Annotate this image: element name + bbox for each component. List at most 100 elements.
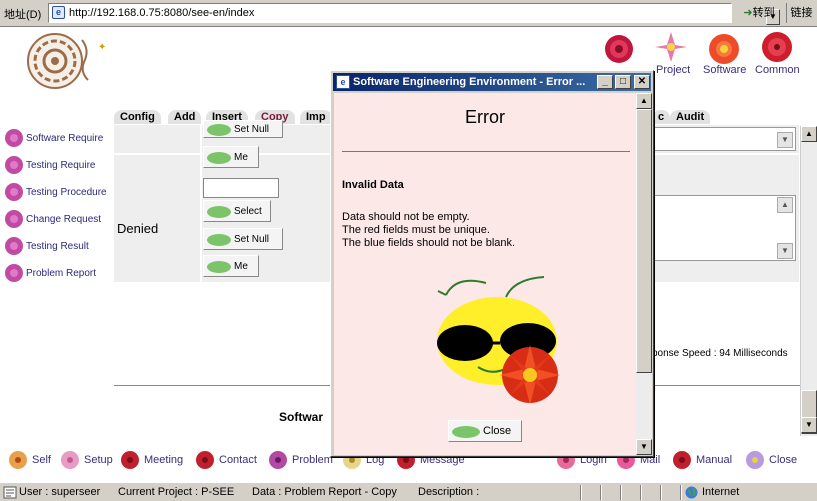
status-description: Description : xyxy=(418,486,480,498)
nav-label: Meeting xyxy=(144,454,184,466)
nav-software-require[interactable]: Software Require xyxy=(2,127,103,149)
nav-problem-report[interactable]: Problem Report xyxy=(2,262,96,284)
column-divider xyxy=(200,125,202,282)
ie-app-icon: e xyxy=(336,75,350,89)
button-label: Close xyxy=(483,425,512,437)
textarea-field[interactable]: ▲ ▼ xyxy=(654,195,796,261)
select-field[interactable]: ▼ xyxy=(654,127,796,151)
flower-icon[interactable] xyxy=(600,30,638,68)
button-label: Set Null xyxy=(234,233,270,245)
nav-label: Close xyxy=(769,454,798,466)
tab-config[interactable]: Config xyxy=(114,110,161,124)
set-null-button[interactable]: Set Null xyxy=(203,228,283,250)
address-label: 地址(D) xyxy=(4,9,42,21)
nav-self[interactable]: Self xyxy=(4,448,51,472)
software-flower-icon[interactable] xyxy=(705,30,743,68)
status-project: Current Project : P-SEE xyxy=(118,486,235,498)
text-field[interactable] xyxy=(203,178,279,198)
nav-label: Change Request xyxy=(26,213,102,225)
scroll-up-icon[interactable]: ▲ xyxy=(801,126,817,142)
me-button[interactable]: Me xyxy=(203,146,259,168)
site-logo: ✦ xyxy=(27,33,106,89)
select-button[interactable]: Select xyxy=(203,200,271,222)
dialog-title-bar[interactable]: e Software Engineering Environment - Err… xyxy=(333,73,651,91)
common-flower-icon[interactable] xyxy=(758,28,796,66)
dialog-title: Software Engineering Environment - Error… xyxy=(353,76,586,88)
me-button[interactable]: Me xyxy=(203,255,259,277)
error-subheading: Invalid Data xyxy=(342,179,404,191)
divider xyxy=(640,485,642,500)
denied-label: Denied xyxy=(117,221,159,236)
flower-icon xyxy=(5,237,23,255)
go-label: 转到 xyxy=(752,7,775,19)
maximize-button[interactable]: □ xyxy=(615,75,631,89)
nav-label: Testing Result xyxy=(26,240,89,252)
nav-change-request[interactable]: Change Request xyxy=(2,208,101,230)
nav-label: Setup xyxy=(84,454,113,466)
dialog-body: Error Invalid Data Data should not be em… xyxy=(334,93,636,455)
nav-testing-procedure[interactable]: Testing Procedure xyxy=(2,181,107,203)
project-flower-icon[interactable] xyxy=(652,28,690,66)
project-link[interactable]: Project xyxy=(656,64,690,76)
nav-label: Contact xyxy=(219,454,257,466)
set-null-button[interactable]: Set Null xyxy=(203,120,283,138)
button-label: Set Null xyxy=(234,123,270,135)
scrollbar-thumb[interactable] xyxy=(636,109,652,373)
nav-problem[interactable]: Problem xyxy=(264,448,333,472)
address-input[interactable]: e http://192.168.0.75:8080/see-en/index … xyxy=(48,3,780,25)
flower-icon xyxy=(121,451,139,469)
status-user: User : superseer xyxy=(19,486,101,498)
close-button[interactable]: Close xyxy=(448,420,522,442)
error-heading: Error xyxy=(465,107,505,127)
tab-misc[interactable]: c xyxy=(652,110,671,124)
go-button[interactable]: ➜转到 xyxy=(737,3,781,23)
flower-icon xyxy=(269,451,287,469)
common-link[interactable]: Common xyxy=(755,64,800,76)
links-button[interactable]: 链接 xyxy=(786,3,816,23)
divider xyxy=(600,485,602,500)
nav-meeting[interactable]: Meeting xyxy=(116,448,183,472)
chevron-down-icon[interactable]: ▼ xyxy=(777,132,793,148)
divider xyxy=(680,485,682,500)
nav-testing-require[interactable]: Testing Require xyxy=(2,154,95,176)
scroll-down-icon[interactable]: ▼ xyxy=(636,439,652,455)
page-scrollbar[interactable]: ▲ ▼ xyxy=(800,126,817,436)
go-arrow-icon: ➜ xyxy=(743,7,753,19)
flower-icon xyxy=(5,156,23,174)
nav-label: Problem xyxy=(292,454,333,466)
scroll-down-icon[interactable]: ▼ xyxy=(801,417,817,433)
divider xyxy=(620,485,622,500)
error-message-line: Data should not be empty. xyxy=(342,211,470,223)
flower-icon xyxy=(673,451,691,469)
status-data: Data : Problem Report - Copy xyxy=(252,486,397,498)
flower-icon xyxy=(5,210,23,228)
nav-label: Manual xyxy=(696,454,733,466)
close-window-button[interactable]: ✕ xyxy=(634,75,650,89)
response-speed: ponse Speed : 94 Milliseconds xyxy=(652,348,788,359)
nav-label: Testing Require xyxy=(26,159,96,171)
nav-contact[interactable]: Contact xyxy=(191,448,257,472)
tab-import[interactable]: Imp xyxy=(300,110,332,124)
flower-icon xyxy=(5,183,23,201)
flower-icon xyxy=(9,451,27,469)
divider xyxy=(580,485,582,500)
nav-setup[interactable]: Setup xyxy=(56,448,113,472)
svg-text:✦: ✦ xyxy=(98,42,106,53)
leaf-icon xyxy=(207,152,231,164)
flower-icon xyxy=(5,264,23,282)
software-link[interactable]: Software xyxy=(703,64,746,76)
dialog-scrollbar[interactable]: ▲ ▼ xyxy=(636,93,652,455)
leaf-icon xyxy=(207,124,231,136)
nav-manual[interactable]: Manual xyxy=(668,448,732,472)
sunglasses-smiley-illustration xyxy=(437,276,560,403)
scroll-down-icon[interactable]: ▼ xyxy=(777,243,793,259)
scroll-up-icon[interactable]: ▲ xyxy=(777,197,793,213)
tab-add[interactable]: Add xyxy=(168,110,202,124)
tab-audit[interactable]: Audit xyxy=(670,110,711,124)
nav-close[interactable]: Close xyxy=(741,448,797,472)
address-url: http://192.168.0.75:8080/see-en/index xyxy=(69,7,255,19)
scroll-up-icon[interactable]: ▲ xyxy=(636,93,652,109)
nav-testing-result[interactable]: Testing Result xyxy=(2,235,89,257)
flower-icon xyxy=(196,451,214,469)
minimize-button[interactable]: _ xyxy=(597,75,613,89)
